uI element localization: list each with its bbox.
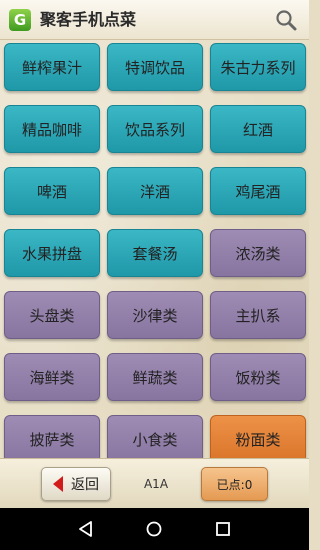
category-label: 饮品系列 (124, 120, 185, 139)
category-label: 海鲜类 (29, 368, 75, 387)
category-label: 红酒 (242, 120, 273, 139)
system-nav-bar (0, 508, 309, 550)
category-label: 饭粉类 (235, 368, 281, 387)
category-label: 朱古力系列 (220, 58, 296, 77)
nav-back-icon[interactable] (74, 517, 98, 541)
category-label: 鲜榨果汁 (21, 58, 82, 77)
category-label: 小食类 (132, 430, 178, 449)
category-label: 粉面类 (235, 430, 281, 449)
category-label: 头盘类 (29, 306, 75, 325)
ordered-count-button[interactable]: 已点:0 (201, 467, 268, 501)
category-label: 特调饮品 (124, 58, 185, 77)
category-label: 鸡尾酒 (235, 182, 281, 201)
category-tile[interactable]: 海鲜类 (4, 353, 100, 401)
category-tile[interactable]: 套餐汤 (107, 229, 203, 277)
search-icon[interactable] (274, 8, 298, 32)
category-tile[interactable]: 主扒系 (210, 291, 306, 339)
category-tile[interactable]: 朱古力系列 (210, 43, 306, 91)
category-label: 套餐汤 (132, 244, 178, 263)
back-arrow-icon (53, 476, 63, 492)
category-label: 披萨类 (29, 430, 75, 449)
category-tile[interactable]: 粉面类 (210, 415, 306, 458)
category-label: 主扒系 (235, 306, 281, 325)
category-label: 精品咖啡 (21, 120, 82, 139)
category-label: 啤酒 (36, 182, 67, 201)
app-title: 聚客手机点菜 (40, 10, 137, 29)
bottom-toolbar: 返回 A1A 已点:0 (0, 458, 309, 508)
category-tile[interactable]: 洋酒 (107, 167, 203, 215)
category-tile[interactable]: 红酒 (210, 105, 306, 153)
category-tile[interactable]: 啤酒 (4, 167, 100, 215)
category-label: 浓汤类 (235, 244, 281, 263)
app-logo: G (9, 9, 31, 31)
category-tile[interactable]: 头盘类 (4, 291, 100, 339)
category-grid: 鲜榨果汁 特调饮品 朱古力系列 精品咖啡 饮品系列 红酒 啤酒 洋酒 鸡尾酒 水… (0, 40, 309, 458)
category-tile[interactable]: 鲜榨果汁 (4, 43, 100, 91)
category-tile[interactable]: 沙律类 (107, 291, 203, 339)
category-label: 洋酒 (139, 182, 170, 201)
category-label: 水果拼盘 (21, 244, 82, 263)
category-tile[interactable]: 鲜蔬类 (107, 353, 203, 401)
category-label: 鲜蔬类 (132, 368, 178, 387)
category-tile[interactable]: 饮品系列 (107, 105, 203, 153)
category-tile[interactable]: 披萨类 (4, 415, 100, 458)
app-header: G 聚客手机点菜 (0, 0, 309, 40)
category-tile[interactable]: 精品咖啡 (4, 105, 100, 153)
category-label: 沙律类 (132, 306, 178, 325)
category-tile[interactable]: 浓汤类 (210, 229, 306, 277)
table-code: A1A (143, 477, 169, 491)
ordered-count-label: 已点:0 (216, 477, 253, 492)
nav-recents-icon[interactable] (211, 517, 235, 541)
category-tile[interactable]: 小食类 (107, 415, 203, 458)
category-tile[interactable]: 鸡尾酒 (210, 167, 306, 215)
nav-home-icon[interactable] (142, 517, 166, 541)
category-tile[interactable]: 水果拼盘 (4, 229, 100, 277)
back-button-label: 返回 (71, 477, 99, 493)
category-tile[interactable]: 特调饮品 (107, 43, 203, 91)
back-button[interactable]: 返回 (41, 467, 111, 501)
category-tile[interactable]: 饭粉类 (210, 353, 306, 401)
